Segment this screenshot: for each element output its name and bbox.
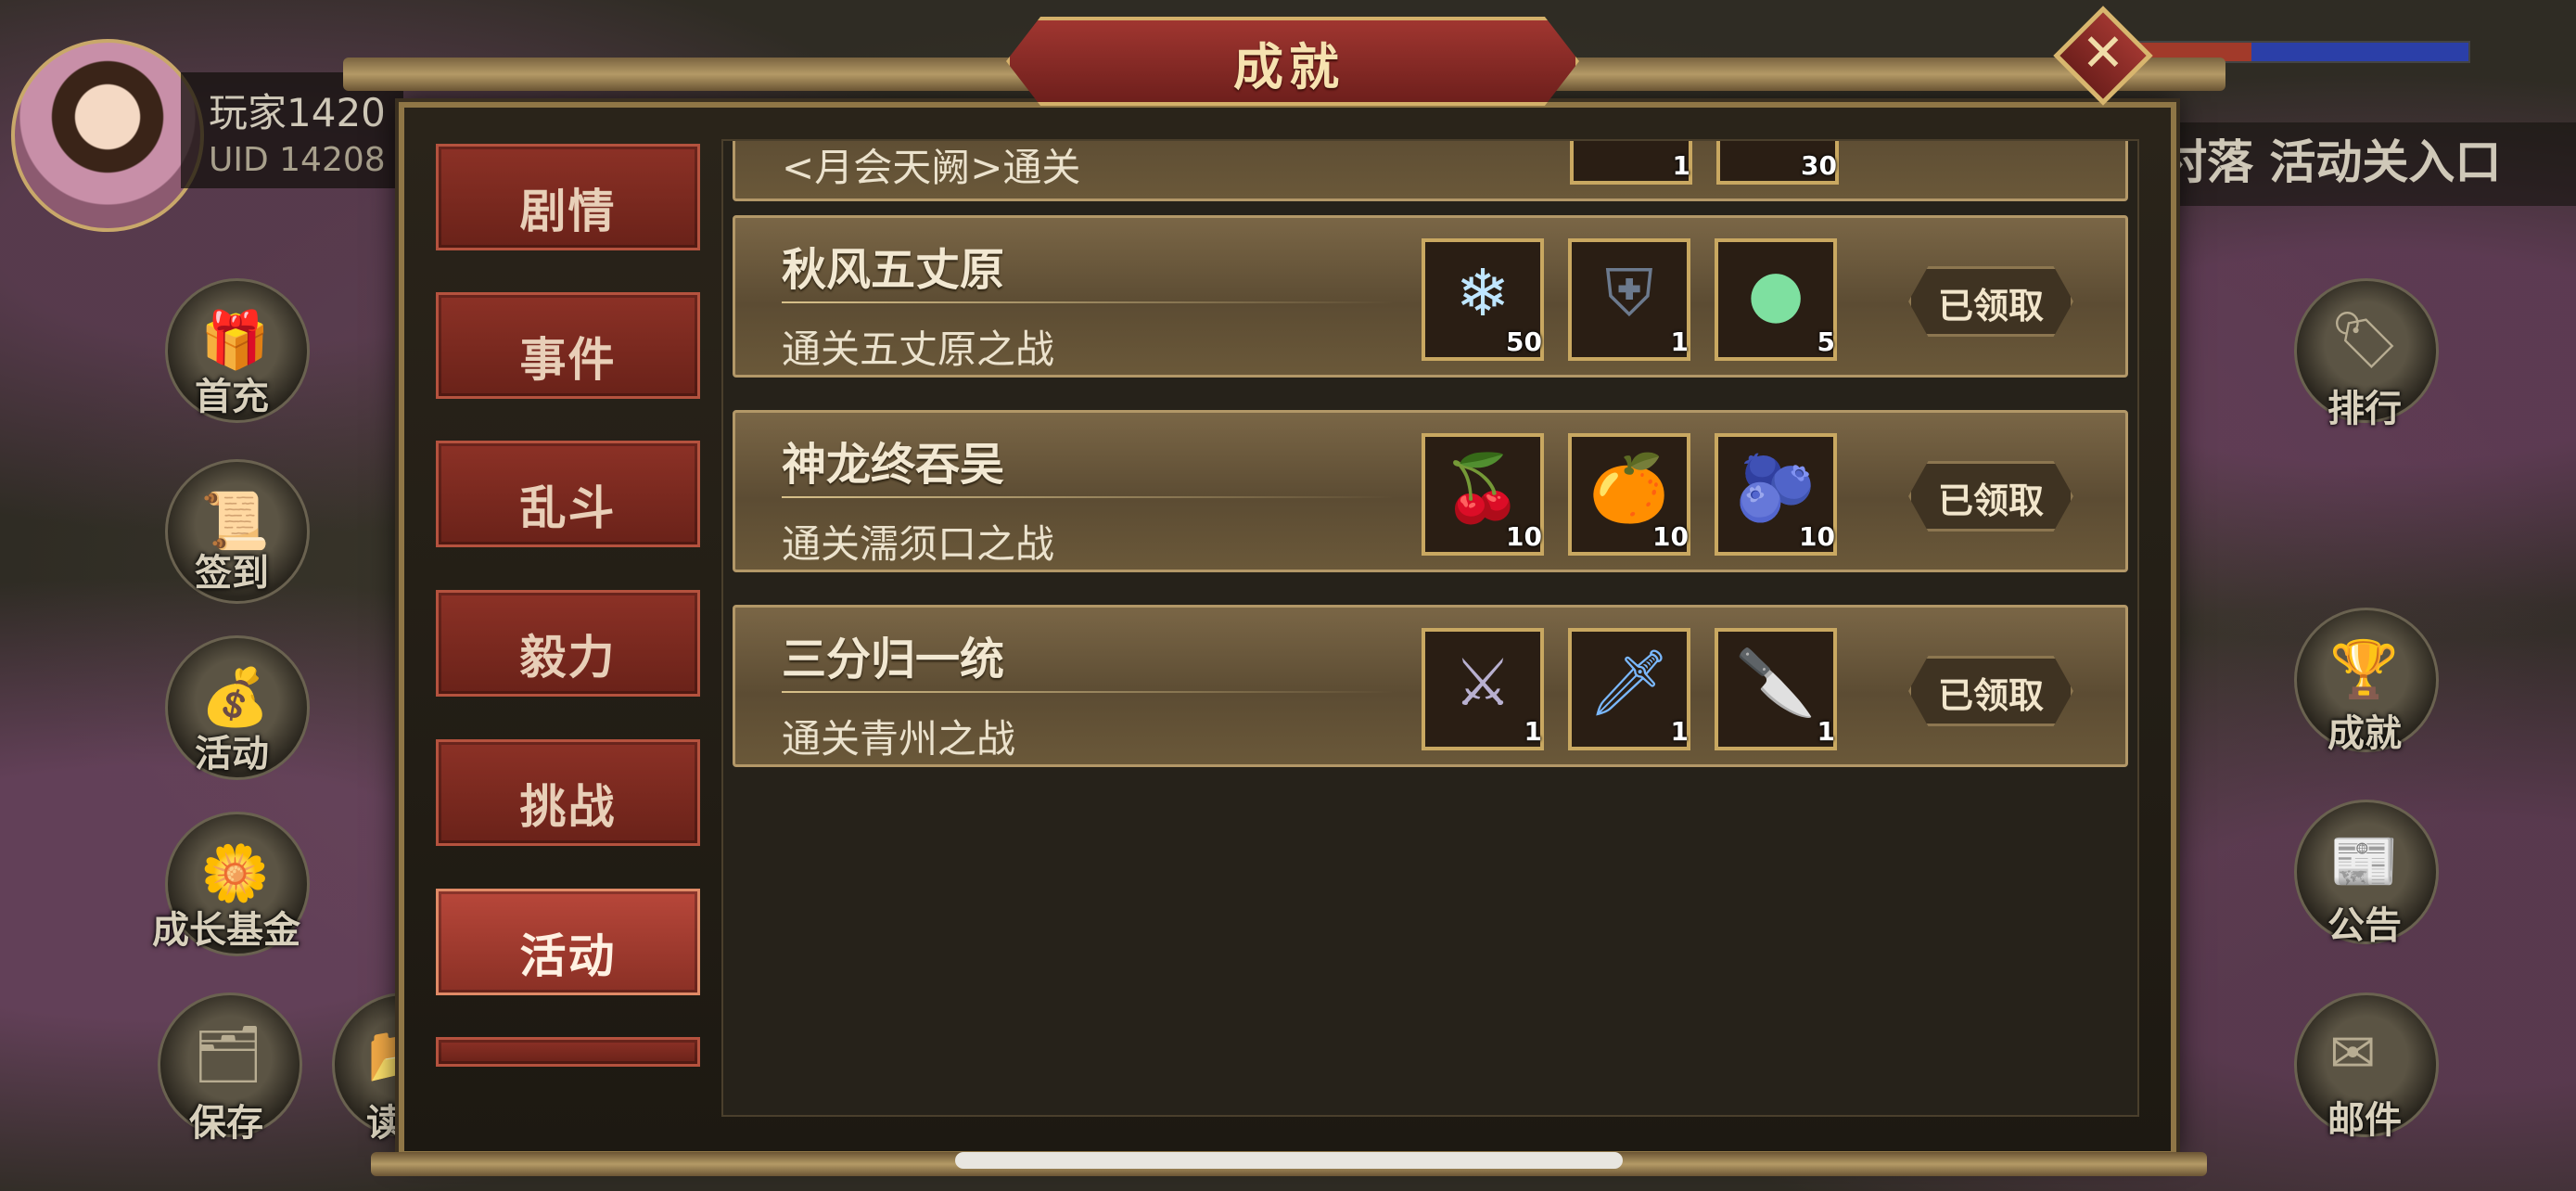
- reward-count: 10: [1652, 521, 1689, 552]
- tab-label: 毅力: [519, 631, 617, 685]
- claimed-button-label: 已领取: [1937, 480, 2044, 521]
- reward-item[interactable]: ● 5: [1715, 238, 1837, 361]
- ranking-label: 排行: [2327, 388, 2402, 430]
- home-indicator[interactable]: [955, 1152, 1623, 1169]
- achievement-row: 神龙终吞吴 通关濡须口之战 🍒 10 🍊 10 🫐 10 已领取: [733, 410, 2128, 572]
- reward-item[interactable]: 🔪 1: [1715, 628, 1837, 750]
- reward-item[interactable]: 1: [1570, 141, 1692, 185]
- divider: [782, 691, 1394, 693]
- reward-item[interactable]: ❄ 50: [1422, 238, 1544, 361]
- notice-label: 公告: [2327, 904, 2402, 947]
- claimed-button-label: 已领取: [1937, 286, 2044, 327]
- divider: [782, 301, 1394, 303]
- tab-activity[interactable]: 活动: [436, 889, 700, 995]
- tab-label: 活动: [519, 929, 617, 983]
- achievement-title: 三分归一统: [782, 634, 1005, 685]
- first-recharge-label: 首充: [195, 376, 269, 418]
- achievement-icon: 🏆: [2329, 637, 2399, 702]
- blue-fruit-icon: 🫐: [1735, 450, 1817, 526]
- reward-count: 1: [1817, 716, 1835, 747]
- achievement-title: 神龙终吞吴: [782, 439, 1005, 491]
- treasure-icon: 💰: [200, 665, 270, 730]
- rainbow-orb-icon: ●: [1747, 255, 1804, 331]
- divider: [782, 496, 1394, 498]
- mail-label: 邮件: [2327, 1099, 2402, 1142]
- reward-count: 50: [1506, 327, 1542, 357]
- dialog-title: 成就: [1233, 38, 1345, 96]
- achievement-row: 三分归一统 通关青州之战 ⚔ 1 🗡 1 🔪 1 已领取: [733, 605, 2128, 767]
- reward-item[interactable]: 🍒 10: [1422, 433, 1544, 556]
- tab-label: 乱斗: [519, 481, 617, 535]
- mail-icon: ✉: [2329, 1021, 2377, 1086]
- spear-icon: ⚔: [1453, 645, 1512, 721]
- reward-count: 5: [1817, 327, 1835, 357]
- player-avatar[interactable]: [11, 39, 204, 232]
- tab-brawl[interactable]: 乱斗: [436, 441, 700, 547]
- claimed-button-label: 已领取: [1937, 675, 2044, 716]
- ice-crystal-icon: ❄: [1455, 255, 1511, 331]
- achievement-desc: <月会天阙>通关: [782, 145, 1081, 190]
- activity-label: 活动: [195, 733, 269, 775]
- achievement-desc: 通关五丈原之战: [782, 327, 1055, 372]
- gift-icon: 🎁: [200, 308, 270, 373]
- sword-icon: 🗡: [1588, 645, 1671, 721]
- reward-item[interactable]: ⚔ 1: [1422, 628, 1544, 750]
- reward-item[interactable]: 🫐 10: [1715, 433, 1837, 556]
- reward-item[interactable]: 30: [1716, 141, 1839, 185]
- red-fruit-icon: 🍒: [1442, 450, 1524, 526]
- reward-count: 30: [1801, 150, 1837, 181]
- notice-icon: 📰: [2329, 829, 2399, 894]
- achievement-row: 秋风五丈原 通关五丈原之战 ❄ 50 ⛨ 1 ● 5 已领取: [733, 215, 2128, 378]
- reward-item[interactable]: 🍊 10: [1568, 433, 1690, 556]
- orange-fruit-icon: 🍊: [1588, 450, 1670, 526]
- flower-icon: 🌼: [200, 841, 270, 906]
- tab-challenge[interactable]: 挑战: [436, 739, 700, 846]
- growth-fund-label: 成长基金: [152, 909, 300, 952]
- armor-icon: ⛨: [1604, 255, 1654, 331]
- reward-count: 1: [1670, 716, 1689, 747]
- reward-count: 10: [1799, 521, 1835, 552]
- reward-count: 1: [1670, 327, 1689, 357]
- achievement-row-partial: <月会天阙>通关 1 30: [733, 141, 2128, 201]
- reward-count: 1: [1524, 716, 1542, 747]
- tab-story[interactable]: 剧情: [436, 144, 700, 250]
- activity-entrance-banner[interactable]: 村落 活动关入口: [2161, 125, 2501, 192]
- ranking-icon: 🏷: [2329, 308, 2401, 373]
- achievement-label: 成就: [2327, 712, 2402, 755]
- reward-count: 1: [1672, 150, 1690, 181]
- sign-in-label: 签到: [195, 552, 269, 595]
- tab-label: 事件: [519, 333, 617, 387]
- reward-count: 10: [1506, 521, 1542, 552]
- tab-event[interactable]: 事件: [436, 292, 700, 399]
- player-uid: UID 14208: [209, 141, 386, 179]
- close-icon[interactable]: ✕: [2068, 19, 2138, 89]
- achievement-desc: 通关青州之战: [782, 716, 1016, 762]
- tab-perseverance[interactable]: 毅力: [436, 590, 700, 697]
- achievement-list[interactable]: <月会天阙>通关 1 30 秋风五丈原 通关五丈原之战 ❄ 50 ⛨ 1 ● 5…: [721, 139, 2139, 1117]
- reward-item[interactable]: 🗡 1: [1568, 628, 1690, 750]
- blade-icon: 🔪: [1735, 645, 1817, 721]
- tab-label: 剧情: [519, 185, 617, 238]
- save-icon: 🗂: [193, 1022, 264, 1087]
- tab-partial[interactable]: [436, 1037, 700, 1067]
- achievement-title: 秋风五丈原: [782, 244, 1005, 296]
- achievement-desc: 通关濡须口之战: [782, 521, 1055, 567]
- tab-label: 挑战: [519, 780, 617, 834]
- reward-item[interactable]: ⛨ 1: [1568, 238, 1690, 361]
